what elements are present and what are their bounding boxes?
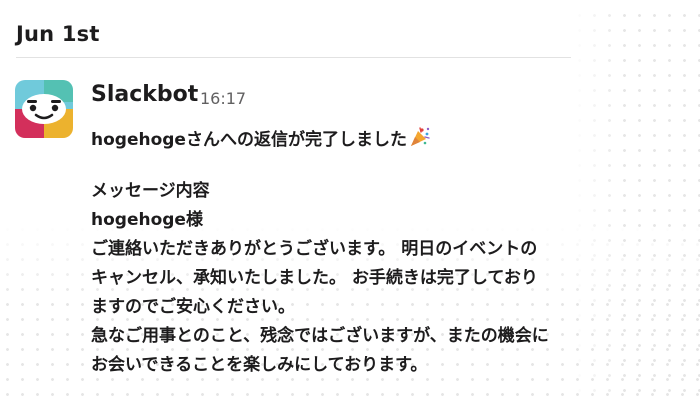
message-body-line: お会いできることを楽しみにしております。 bbox=[91, 355, 428, 375]
message-body-line: hogehoge様 bbox=[91, 210, 203, 230]
message-body-line: メッセージ内容 bbox=[91, 181, 210, 201]
message-body: メッセージ内容 hogehoge様 ご連絡いただきありがとうございます。 明日の… bbox=[91, 177, 671, 380]
slackbot-face-icon bbox=[15, 80, 73, 138]
date-divider-label[interactable]: Jun 1st bbox=[16, 22, 100, 46]
message-body-line: 急なご用事とのこと、残念ではございますが、またの機会に bbox=[91, 326, 549, 346]
message-title: hogehogeさんへの返信が完了しました bbox=[91, 125, 431, 153]
message-timestamp[interactable]: 16:17 bbox=[200, 89, 246, 108]
slackbot-avatar[interactable] bbox=[15, 80, 73, 138]
message-body-line: ますのでご安心ください。 bbox=[91, 297, 295, 317]
slack-message-view: Jun 1st Slackbot 16:17 hogehogeさんへの返信が完了… bbox=[0, 0, 700, 402]
message-body-line: ご連絡いただきありがとうございます。 明日のイベントの bbox=[91, 239, 538, 259]
message-sender-name[interactable]: Slackbot bbox=[91, 82, 198, 107]
date-divider-line bbox=[16, 57, 571, 58]
party-popper-icon bbox=[409, 126, 431, 153]
message-body-line: キャンセル、承知いたしました。 お手続きは完了しており bbox=[91, 268, 538, 288]
message-title-text: hogehogeさんへの返信が完了しました bbox=[91, 130, 407, 150]
